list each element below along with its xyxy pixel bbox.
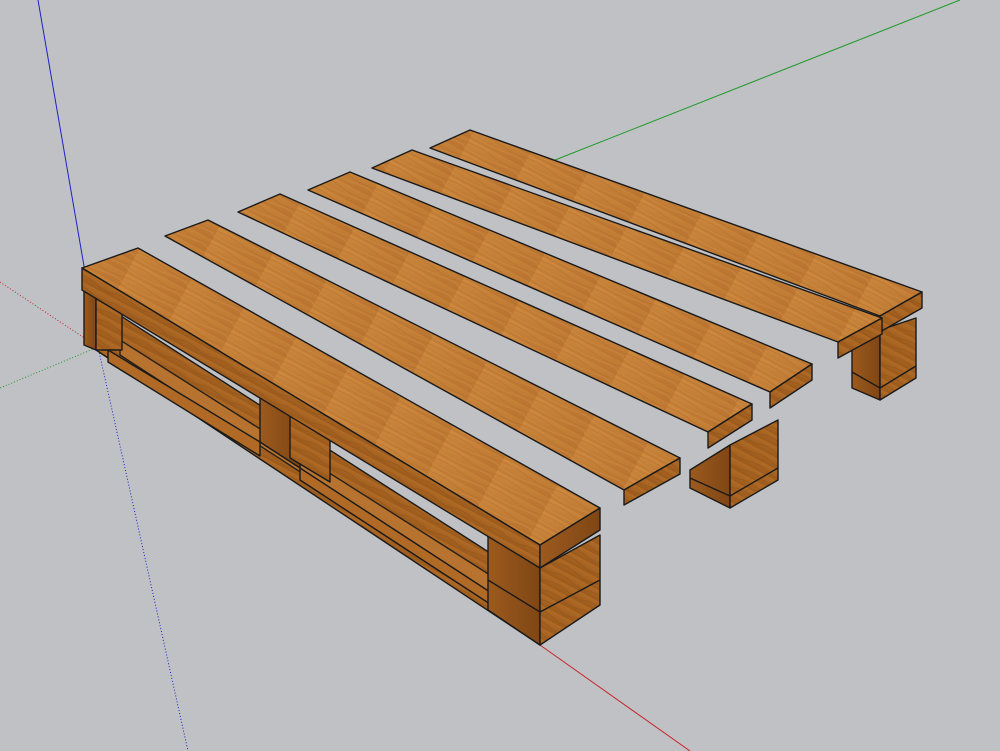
pallet-model[interactable] bbox=[81, 129, 923, 646]
modeling-viewport[interactable] bbox=[0, 0, 1000, 751]
blue-z-axis-dotted bbox=[97, 346, 189, 751]
green-y-axis bbox=[554, 0, 961, 161]
3d-scene[interactable] bbox=[0, 0, 1000, 751]
red-x-axis bbox=[539, 644, 691, 751]
support-block-back-middle bbox=[689, 419, 779, 509]
green-y-axis-dotted bbox=[0, 346, 99, 389]
